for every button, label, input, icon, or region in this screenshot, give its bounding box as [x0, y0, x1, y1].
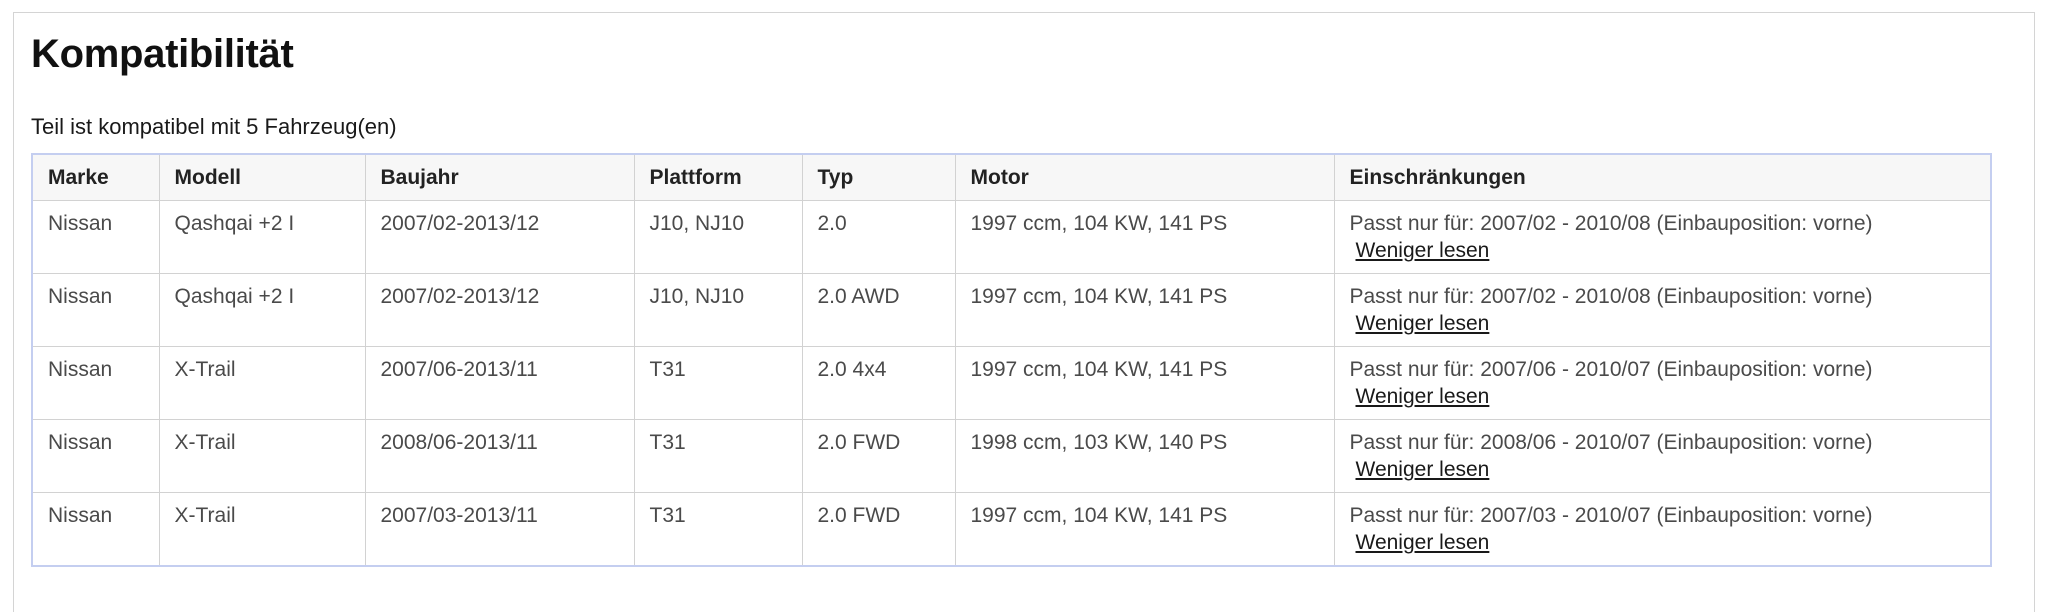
cell-typ: 2.0 FWD	[801, 492, 956, 566]
cell-baujahr: 2007/02-2013/12	[364, 200, 635, 274]
cell-marke: Nissan	[31, 346, 160, 420]
table-row: Nissan Qashqai +2 I 2007/02-2013/12 J10,…	[31, 200, 1992, 274]
restriction-text: Passt nur für: 2007/02 - 2010/08 (Einbau…	[1349, 212, 1873, 235]
column-header-motor: Motor	[954, 153, 1335, 201]
cell-marke: Nissan	[31, 492, 160, 566]
read-less-link[interactable]: Weniger lesen	[1356, 310, 1490, 337]
restriction-text: Passt nur für: 2007/03 - 2010/07 (Einbau…	[1349, 504, 1873, 527]
cell-baujahr: 2007/06-2013/11	[364, 346, 635, 420]
column-header-einschraenkungen: Einschränkungen	[1333, 153, 1992, 201]
cell-motor: 1997 ccm, 104 KW, 141 PS	[954, 273, 1335, 347]
cell-typ: 2.0 AWD	[801, 273, 956, 347]
restriction-text: Passt nur für: 2007/06 - 2010/07 (Einbau…	[1349, 358, 1873, 381]
compatibility-summary: Teil ist kompatibel mit 5 Fahrzeug(en)	[31, 114, 397, 139]
read-less-link[interactable]: Weniger lesen	[1356, 237, 1490, 264]
column-header-typ: Typ	[801, 153, 956, 201]
cell-plattform: T31	[633, 492, 803, 566]
cell-motor: 1997 ccm, 104 KW, 141 PS	[954, 200, 1335, 274]
read-less-link[interactable]: Weniger lesen	[1356, 529, 1490, 556]
section-title: Kompatibilität	[31, 32, 294, 76]
cell-einschraenkungen: Passt nur für: 2007/06 - 2010/07 (Einbau…	[1333, 346, 1992, 420]
table-header-row: Marke Modell Baujahr Plattform Typ Motor…	[31, 153, 1992, 201]
cell-modell: Qashqai +2 I	[158, 200, 366, 274]
cell-marke: Nissan	[31, 200, 160, 274]
cell-einschraenkungen: Passt nur für: 2007/03 - 2010/07 (Einbau…	[1333, 492, 1992, 566]
restriction-text: Passt nur für: 2007/02 - 2010/08 (Einbau…	[1349, 285, 1873, 308]
cell-motor: 1997 ccm, 104 KW, 141 PS	[954, 346, 1335, 420]
cell-typ: 2.0 FWD	[801, 419, 956, 493]
table-row: Nissan Qashqai +2 I 2007/02-2013/12 J10,…	[31, 273, 1992, 347]
cell-modell: X-Trail	[158, 419, 366, 493]
cell-einschraenkungen: Passt nur für: 2008/06 - 2010/07 (Einbau…	[1333, 419, 1992, 493]
restriction-text: Passt nur für: 2008/06 - 2010/07 (Einbau…	[1349, 431, 1873, 454]
cell-modell: X-Trail	[158, 346, 366, 420]
compatibility-table: Marke Modell Baujahr Plattform Typ Motor…	[31, 153, 1992, 567]
cell-baujahr: 2007/02-2013/12	[364, 273, 635, 347]
cell-plattform: T31	[633, 419, 803, 493]
column-header-modell: Modell	[158, 153, 366, 201]
cell-motor: 1998 ccm, 103 KW, 140 PS	[954, 419, 1335, 493]
read-less-link[interactable]: Weniger lesen	[1356, 456, 1490, 483]
table-row: Nissan X-Trail 2008/06-2013/11 T31 2.0 F…	[31, 419, 1992, 493]
read-less-link[interactable]: Weniger lesen	[1356, 383, 1490, 410]
cell-baujahr: 2008/06-2013/11	[364, 419, 635, 493]
cell-typ: 2.0	[801, 200, 956, 274]
cell-plattform: T31	[633, 346, 803, 420]
cell-motor: 1997 ccm, 104 KW, 141 PS	[954, 492, 1335, 566]
compatibility-table-container: Marke Modell Baujahr Plattform Typ Motor…	[31, 153, 1992, 567]
cell-marke: Nissan	[31, 273, 160, 347]
cell-modell: Qashqai +2 I	[158, 273, 366, 347]
column-header-plattform: Plattform	[633, 153, 803, 201]
cell-einschraenkungen: Passt nur für: 2007/02 - 2010/08 (Einbau…	[1333, 200, 1992, 274]
cell-marke: Nissan	[31, 419, 160, 493]
table-row: Nissan X-Trail 2007/03-2013/11 T31 2.0 F…	[31, 492, 1992, 566]
table-row: Nissan X-Trail 2007/06-2013/11 T31 2.0 4…	[31, 346, 1992, 420]
cell-baujahr: 2007/03-2013/11	[364, 492, 635, 566]
cell-plattform: J10, NJ10	[633, 200, 803, 274]
cell-typ: 2.0 4x4	[801, 346, 956, 420]
column-header-baujahr: Baujahr	[364, 153, 635, 201]
cell-einschraenkungen: Passt nur für: 2007/02 - 2010/08 (Einbau…	[1333, 273, 1992, 347]
cell-modell: X-Trail	[158, 492, 366, 566]
cell-plattform: J10, NJ10	[633, 273, 803, 347]
column-header-marke: Marke	[31, 153, 160, 201]
